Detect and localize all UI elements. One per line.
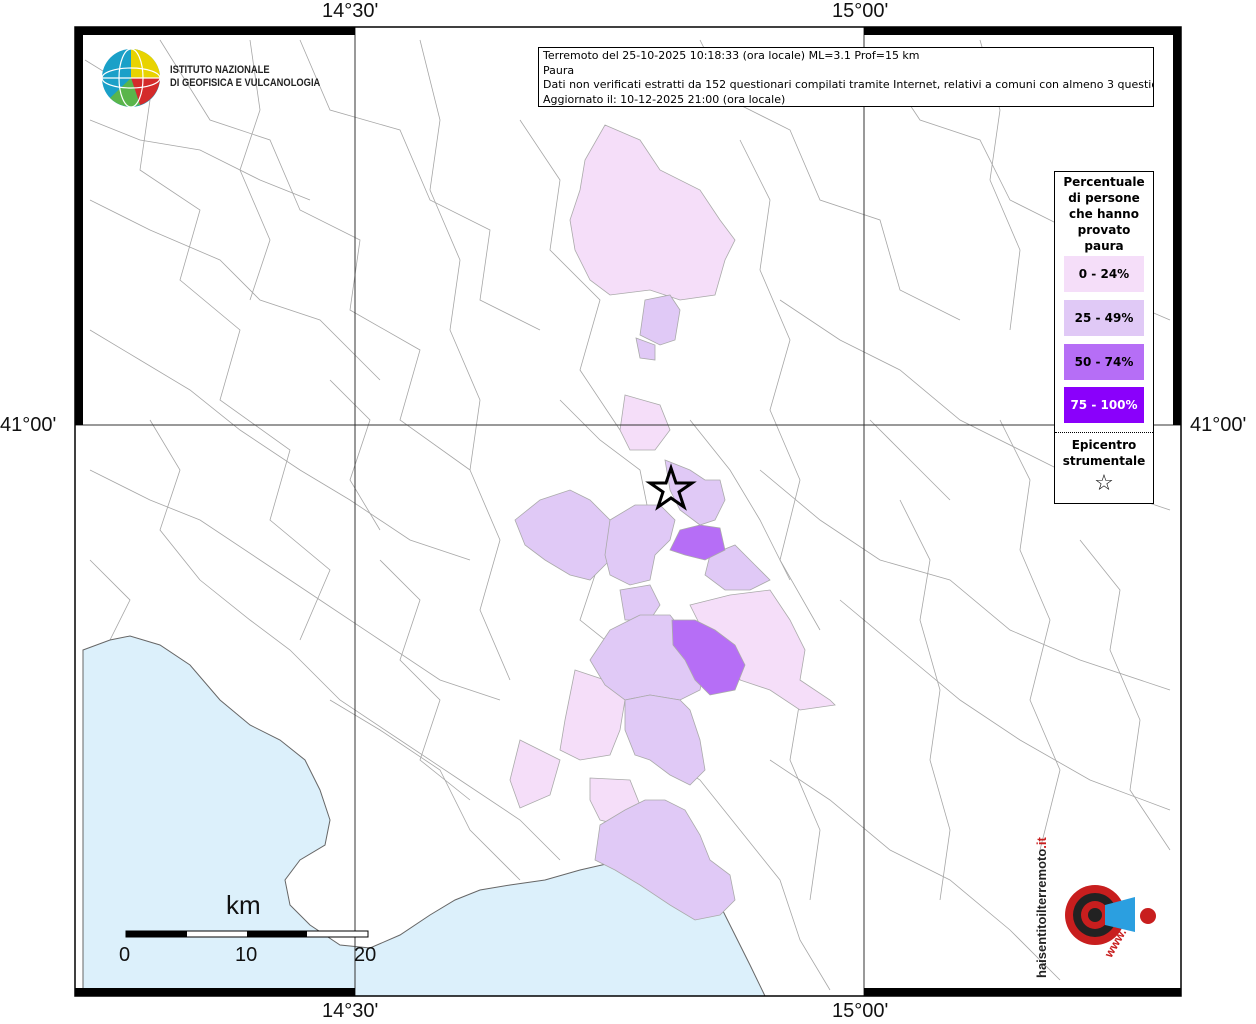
lon-label-bottom-right: 15°00': [832, 1000, 889, 1022]
lon-label-top-right: 15°00': [832, 0, 889, 22]
badge-text-tld: .it: [1034, 837, 1049, 849]
ingv-logo-icon: [101, 48, 161, 108]
epicenter-label-line: strumentale: [1062, 454, 1146, 468]
lat-label-right: 41°00': [1190, 414, 1247, 436]
update-timestamp: Aggiornato il: 10-12-2025 21:00 (ora loc…: [543, 92, 786, 106]
lat-label-left: 41°00': [0, 414, 57, 436]
lon-label-bottom-left: 14°30': [322, 1000, 379, 1022]
scale-tick-20: 20: [354, 944, 377, 966]
legend-star-icon: ☆: [1094, 471, 1114, 496]
event-title: Terremoto del 25-10-2025 10:18:33 (ora l…: [543, 49, 920, 62]
legend-class-25-49: 25 - 49%: [1064, 300, 1144, 336]
scale-bar: [125, 930, 369, 938]
lon-label-top-left: 14°30': [322, 0, 379, 22]
scale-unit: km: [226, 890, 261, 920]
legend-class-75-100: 75 - 100%: [1064, 387, 1144, 423]
logo-line-2: DI GEOFISICA E VULCANOLOGIA: [170, 77, 321, 89]
legend-title-line: paura: [1084, 239, 1124, 253]
map-subject: Paura: [543, 63, 575, 77]
event-info-box: Terremoto del 25-10-2025 10:18:33 (ora l…: [538, 47, 1154, 107]
data-disclaimer: Dati non verificati estratti da 152 ques…: [543, 78, 1154, 91]
legend: Percentuale di persone che hanno provato…: [1054, 171, 1154, 504]
legend-separator: [1055, 432, 1153, 433]
badge-text-main: haisentitoilterremoto: [1034, 848, 1049, 978]
badge-text: haisentitoilterremoto.it: [1034, 837, 1054, 978]
scale-tick-0: 0: [119, 944, 131, 966]
legend-title: Percentuale di persone che hanno provato…: [1055, 172, 1153, 254]
map-canvas[interactable]: [0, 0, 1256, 1024]
legend-title-line: provato: [1077, 223, 1131, 237]
legend-title-line: Percentuale: [1063, 175, 1145, 189]
epicenter-label-line: Epicentro: [1071, 438, 1137, 452]
legend-epicenter-label: Epicentro strumentale: [1055, 437, 1153, 469]
legend-title-line: di persone: [1068, 191, 1140, 205]
legend-class-0-24: 0 - 24%: [1064, 256, 1144, 292]
logo-line-1: ISTITUTO NAZIONALE: [170, 64, 270, 76]
ingv-logo-text: ISTITUTO NAZIONALE DI GEOFISICA E VULCAN…: [170, 64, 320, 90]
legend-class-50-74: 50 - 74%: [1064, 344, 1144, 380]
scale-tick-10: 10: [235, 944, 258, 966]
legend-title-line: che hanno: [1069, 207, 1139, 221]
